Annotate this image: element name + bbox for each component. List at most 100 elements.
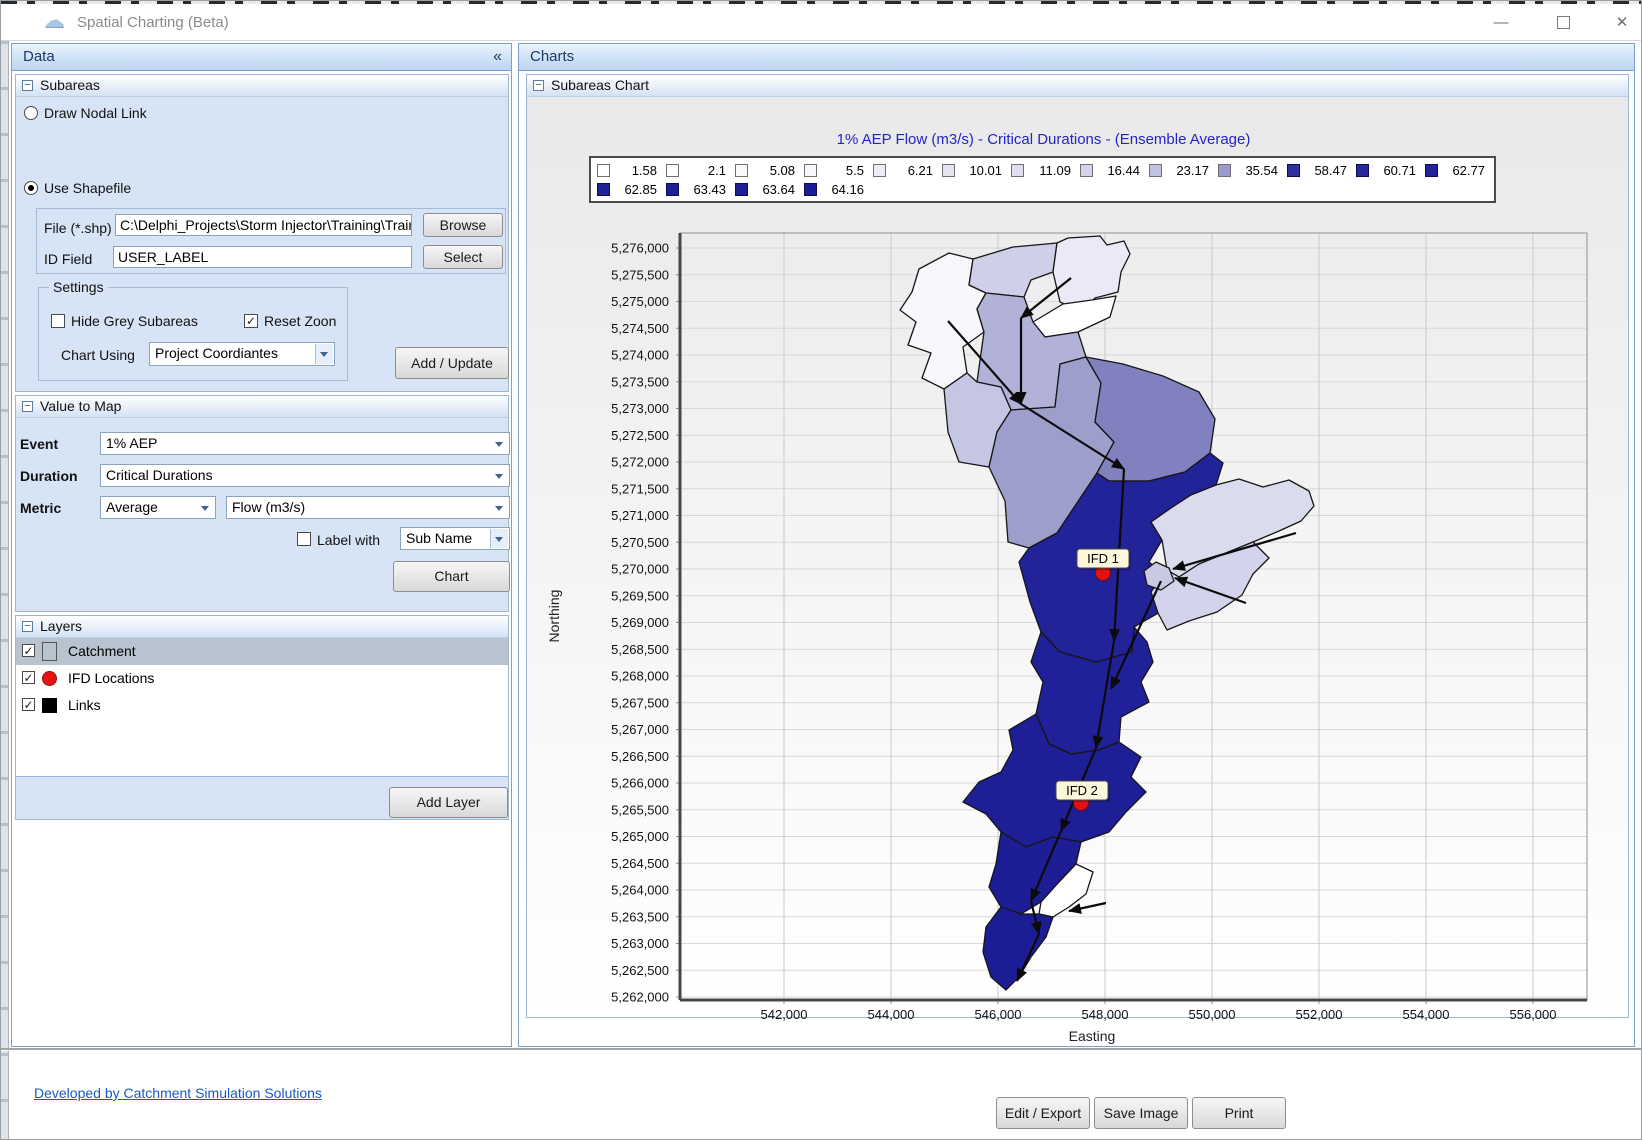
- value-to-map-title: Value to Map: [40, 398, 121, 414]
- label-with-select[interactable]: Sub Name: [400, 527, 510, 550]
- y-tick-label: 5,272,500: [611, 428, 669, 443]
- chevron-down-icon: [315, 344, 333, 364]
- layer-checkbox[interactable]: ✓: [22, 698, 35, 711]
- hide-grey-subareas-checkbox[interactable]: [51, 314, 65, 328]
- y-tick-label: 5,274,000: [611, 348, 669, 363]
- chart-button[interactable]: Chart: [393, 561, 510, 592]
- layer-checkbox[interactable]: ✓: [22, 671, 35, 684]
- layer-row[interactable]: ✓IFD Locations: [16, 665, 508, 692]
- ifd-label-text: IFD 1: [1087, 551, 1119, 566]
- id-field-input[interactable]: USER_LABEL: [113, 246, 412, 268]
- y-tick-label: 5,270,000: [611, 562, 669, 577]
- draw-nodal-link-label[interactable]: Draw Nodal Link: [44, 105, 147, 121]
- x-tick-label: 542,000: [761, 1007, 808, 1022]
- browse-button[interactable]: Browse: [423, 213, 503, 237]
- layer-label: Catchment: [68, 643, 136, 659]
- duration-select[interactable]: Critical Durations: [100, 464, 510, 487]
- layer-swatch-icon: [42, 698, 57, 713]
- y-tick-label: 5,270,500: [611, 535, 669, 550]
- y-axis-title: Northing: [546, 590, 562, 643]
- label-with-checkbox[interactable]: [297, 532, 311, 546]
- map-plot: 5,276,0005,275,5005,275,0005,274,5005,27…: [526, 96, 1629, 1047]
- minimize-button[interactable]: —: [1486, 12, 1516, 34]
- layer-row[interactable]: ✓ Catchment: [16, 638, 508, 665]
- y-tick-label: 5,266,500: [611, 749, 669, 764]
- layer-label: Links: [68, 697, 101, 713]
- y-tick-label: 5,262,000: [611, 990, 669, 1005]
- y-tick-label: 5,263,000: [611, 936, 669, 951]
- print-button[interactable]: Print: [1192, 1097, 1286, 1129]
- collapse-group-icon[interactable]: −: [533, 80, 544, 91]
- add-layer-button[interactable]: Add Layer: [389, 787, 508, 818]
- layer-row[interactable]: ✓ Links: [16, 692, 508, 719]
- x-tick-label: 554,000: [1403, 1007, 1450, 1022]
- maximize-button[interactable]: [1548, 12, 1578, 34]
- layer-swatch-icon: [42, 671, 57, 686]
- reset-zoom-checkbox[interactable]: ✓: [244, 314, 258, 328]
- edit-export-button[interactable]: Edit / Export: [996, 1097, 1090, 1129]
- save-image-button[interactable]: Save Image: [1094, 1097, 1188, 1129]
- select-button[interactable]: Select: [423, 245, 503, 269]
- x-tick-label: 550,000: [1189, 1007, 1236, 1022]
- y-tick-label: 5,271,000: [611, 508, 669, 523]
- use-shapefile-radio[interactable]: [24, 181, 38, 195]
- value-to-map-header[interactable]: − Value to Map: [16, 396, 508, 418]
- chart-using-label: Chart Using: [61, 347, 135, 363]
- layers-group-header[interactable]: − Layers: [16, 616, 508, 638]
- y-tick-label: 5,267,500: [611, 695, 669, 710]
- x-tick-label: 544,000: [868, 1007, 915, 1022]
- nodal-link-arrow: [1069, 903, 1106, 911]
- close-button[interactable]: ✕: [1607, 12, 1637, 34]
- metric-type-select[interactable]: Flow (m3/s): [226, 496, 510, 519]
- y-tick-label: 5,276,000: [611, 241, 669, 256]
- data-panel-header: Data «: [12, 44, 511, 71]
- add-update-button[interactable]: Add / Update: [395, 347, 509, 379]
- label-with-label[interactable]: Label with: [317, 532, 380, 548]
- y-tick-label: 5,269,500: [611, 588, 669, 603]
- reset-zoom-label[interactable]: Reset Zoon: [264, 313, 336, 329]
- hide-grey-subareas-label[interactable]: Hide Grey Subareas: [71, 313, 198, 329]
- metric-label: Metric: [20, 500, 61, 516]
- subareas-group-header[interactable]: − Subareas: [16, 75, 508, 97]
- window-title: Spatial Charting (Beta): [77, 14, 229, 31]
- developer-link[interactable]: Developed by Catchment Simulation Soluti…: [34, 1085, 322, 1101]
- y-tick-label: 5,273,500: [611, 374, 669, 389]
- subarea-top-mid: [969, 243, 1057, 297]
- y-tick-label: 5,274,500: [611, 321, 669, 336]
- shapefile-box: File (*.shp) C:\Delphi_Projects\Storm In…: [36, 208, 506, 274]
- x-axis-title: Easting: [1069, 1028, 1116, 1044]
- y-tick-label: 5,265,500: [611, 802, 669, 817]
- metric-select[interactable]: Average: [100, 496, 216, 519]
- use-shapefile-label[interactable]: Use Shapefile: [44, 180, 131, 196]
- maximize-icon: [1557, 16, 1570, 29]
- draw-nodal-link-radio[interactable]: [24, 106, 38, 120]
- subareas-group-title: Subareas: [40, 77, 100, 93]
- y-tick-label: 5,264,000: [611, 883, 669, 898]
- data-panel: Data « − Subareas Draw Nodal Link Use Sh…: [11, 43, 512, 1047]
- x-tick-label: 548,000: [1082, 1007, 1129, 1022]
- layers-group: − Layers ✓Catchment✓IFD Locations✓Links …: [15, 615, 509, 820]
- y-tick-label: 5,273,000: [611, 401, 669, 416]
- subareas-chart-header[interactable]: − Subareas Chart: [527, 75, 1628, 97]
- dock-grip-strip[interactable]: [1, 41, 9, 1140]
- ifd-label-text: IFD 2: [1066, 783, 1098, 798]
- layer-checkbox[interactable]: ✓: [22, 644, 35, 657]
- shapefile-path-input[interactable]: C:\Delphi_Projects\Storm Injector\Traini…: [115, 214, 412, 236]
- x-tick-label: 546,000: [975, 1007, 1022, 1022]
- settings-fieldset: Settings Hide Grey Subareas ✓ Reset Zoon…: [38, 287, 348, 381]
- collapse-group-icon[interactable]: −: [22, 621, 33, 632]
- event-select[interactable]: 1% AEP: [100, 432, 510, 455]
- y-tick-label: 5,263,500: [611, 909, 669, 924]
- collapse-group-icon[interactable]: −: [22, 80, 33, 91]
- collapse-panel-icon[interactable]: «: [493, 44, 502, 70]
- chart-using-select[interactable]: Project Coordiantes: [149, 342, 335, 366]
- y-tick-label: 5,262,500: [611, 963, 669, 978]
- chevron-down-icon: [495, 442, 503, 447]
- layers-list: ✓Catchment✓IFD Locations✓Links: [16, 638, 508, 777]
- event-label: Event: [20, 436, 58, 452]
- title-bar: ☁ Spatial Charting (Beta) — ✕: [1, 4, 1641, 41]
- x-tick-label: 556,000: [1510, 1007, 1557, 1022]
- collapse-group-icon[interactable]: −: [22, 401, 33, 412]
- chevron-down-icon: [495, 474, 503, 479]
- subareas-chart-title-label: Subareas Chart: [551, 77, 649, 93]
